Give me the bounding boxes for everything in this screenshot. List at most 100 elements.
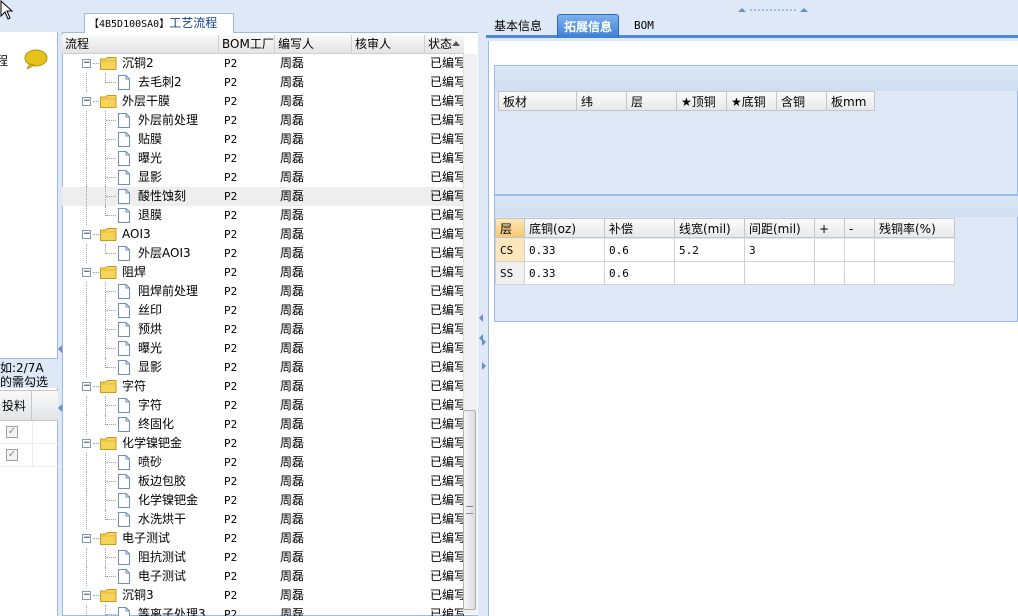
- speech-bubble-icon[interactable]: [24, 49, 48, 69]
- copper-cell-residual-rate[interactable]: [875, 239, 955, 262]
- tree-step-row[interactable]: 化学镍钯金 P2 周磊 已编写: [62, 491, 464, 510]
- collapse-toggle-icon[interactable]: −: [82, 230, 91, 239]
- copper-cell-spacing[interactable]: [745, 262, 815, 285]
- feed-column-header[interactable]: 投料: [0, 391, 32, 421]
- left-side-panel: [0, 32, 58, 616]
- collapse-left-icon[interactable]: [58, 404, 62, 412]
- copper-cell-line-width[interactable]: [675, 262, 745, 285]
- copper-grid-header-residual-rate[interactable]: 残铜率(%): [875, 218, 955, 238]
- column-header-reviewer[interactable]: 核审人: [352, 35, 425, 54]
- tree-step-row[interactable]: 预烘 P2 周磊 已编写: [62, 320, 464, 339]
- folder-icon: [100, 532, 117, 545]
- tree-step-row[interactable]: 喷砂 P2 周磊 已编写: [62, 453, 464, 472]
- tree-step-row[interactable]: 丝印 P2 周磊 已编写: [62, 301, 464, 320]
- tree-step-row[interactable]: 显影 P2 周磊 已编写: [62, 168, 464, 187]
- column-header-flow[interactable]: 流程: [62, 35, 219, 54]
- copper-cell-plus[interactable]: [815, 262, 845, 285]
- copper-cell-compensation[interactable]: 0.6: [605, 262, 675, 285]
- copper-grid-header-line-width[interactable]: 线宽(mil): [675, 218, 745, 238]
- writer-cell: 周磊: [280, 284, 305, 298]
- writer-cell: 周磊: [280, 56, 305, 70]
- tree-group-row[interactable]: − 外层干膜 P2 周磊 已编写: [62, 92, 464, 111]
- tree-step-row[interactable]: 电子测试 P2 周磊 已编写: [62, 567, 464, 586]
- writer-cell: 周磊: [280, 94, 305, 108]
- expand-right-icon[interactable]: [482, 362, 486, 370]
- copper-grid-header-base-copper[interactable]: 底铜(oz): [525, 218, 605, 238]
- copper-grid-header-spacing[interactable]: 间距(mil): [745, 218, 815, 238]
- copper-grid-header-layer[interactable]: 层: [495, 218, 525, 238]
- bom-factory-cell: P2: [224, 589, 238, 602]
- tree-node-label: 曝光: [138, 151, 163, 165]
- folder-icon: [100, 266, 117, 279]
- collapse-toggle-icon[interactable]: −: [82, 439, 91, 448]
- feed-checkbox[interactable]: ✓: [6, 426, 18, 438]
- tree-group-row[interactable]: − AOI3 P2 周磊 已编写: [62, 225, 464, 244]
- column-header-bom[interactable]: BOM工厂: [219, 35, 275, 54]
- tree-step-row[interactable]: 阻焊前处理 P2 周磊 已编写: [62, 282, 464, 301]
- copper-cell-layer[interactable]: CS: [495, 239, 525, 262]
- column-header-writer[interactable]: 编写人: [275, 35, 352, 54]
- collapse-toggle-icon[interactable]: −: [82, 97, 91, 106]
- board-grid-header-layer[interactable]: 层: [627, 91, 677, 111]
- copper-cell-base-copper[interactable]: 0.33: [525, 239, 605, 262]
- collapse-toggle-icon[interactable]: −: [82, 59, 91, 68]
- copper-cell-plus[interactable]: [815, 239, 845, 262]
- copper-cell-compensation[interactable]: 0.6: [605, 239, 675, 262]
- collapse-left-icon[interactable]: [58, 345, 62, 353]
- board-grid-header-weft[interactable]: 纬: [577, 91, 627, 111]
- copper-cell-line-width[interactable]: 5.2: [675, 239, 745, 262]
- copper-grid-header-plus[interactable]: +: [815, 218, 845, 238]
- tree-step-row[interactable]: 阻抗测试 P2 周磊 已编写: [62, 548, 464, 567]
- board-grid-header-top-copper[interactable]: ★顶铜: [677, 91, 727, 111]
- expand-right-icon[interactable]: [482, 338, 486, 346]
- tab-bom[interactable]: BOM: [628, 14, 660, 38]
- copper-grid-header-minus[interactable]: -: [845, 218, 875, 238]
- tree-group-row[interactable]: − 沉铜2 P2 周磊 已编写: [62, 54, 464, 73]
- collapse-toggle-icon[interactable]: −: [82, 382, 91, 391]
- copper-cell-base-copper[interactable]: 0.33: [525, 262, 605, 285]
- board-grid-header-bottom-copper[interactable]: ★底铜: [727, 91, 777, 111]
- copper-cell-minus[interactable]: [845, 262, 875, 285]
- tree-step-row[interactable]: 板边包胶 P2 周磊 已编写: [62, 472, 464, 491]
- tree-node-label: 退膜: [138, 208, 163, 222]
- copper-cell-layer[interactable]: SS: [495, 262, 525, 285]
- collapse-toggle-icon[interactable]: −: [82, 591, 91, 600]
- collapse-toggle-icon[interactable]: −: [82, 268, 91, 277]
- tree-step-row[interactable]: 曝光 P2 周磊 已编写: [62, 339, 464, 358]
- board-grid-header-board-mm[interactable]: 板mm: [827, 91, 875, 111]
- tab-basic-info[interactable]: 基本信息: [488, 14, 548, 38]
- tree-step-row[interactable]: 显影 P2 周磊 已编写: [62, 358, 464, 377]
- top-collapse-handle-icon[interactable]: [736, 7, 816, 13]
- tree-group-row[interactable]: − 字符 P2 周磊 已编写: [62, 377, 464, 396]
- tree-group-row[interactable]: − 阻焊 P2 周磊 已编写: [62, 263, 464, 282]
- panel-splitter[interactable]: [478, 14, 486, 616]
- tree-step-row[interactable]: 贴膜 P2 周磊 已编写: [62, 130, 464, 149]
- writer-cell: 周磊: [280, 607, 305, 616]
- tree-step-row[interactable]: 酸性蚀刻 P2 周磊 已编写: [62, 187, 464, 206]
- board-grid-header-copper-content[interactable]: 含铜: [777, 91, 827, 111]
- collapse-toggle-icon[interactable]: −: [82, 534, 91, 543]
- tree-step-row[interactable]: 水洗烘干 P2 周磊 已编写: [62, 510, 464, 529]
- board-grid-header-material[interactable]: 板材: [498, 91, 577, 111]
- tree-step-row[interactable]: 曝光 P2 周磊 已编写: [62, 149, 464, 168]
- tree-step-row[interactable]: 外层前处理 P2 周磊 已编写: [62, 111, 464, 130]
- tab-extended-info[interactable]: 拓展信息: [557, 14, 620, 38]
- copper-grid-header-compensation[interactable]: 补偿: [605, 218, 675, 238]
- tree-step-row[interactable]: 去毛刺2 P2 周磊 已编写: [62, 73, 464, 92]
- feed-checkbox[interactable]: ✓: [6, 449, 18, 461]
- process-flow-tab-label: 工艺流程: [169, 16, 218, 30]
- copper-cell-minus[interactable]: [845, 239, 875, 262]
- tree-group-row[interactable]: − 电子测试 P2 周磊 已编写: [62, 529, 464, 548]
- tree-group-row[interactable]: − 沉铜3 P2 周磊 已编写: [62, 586, 464, 605]
- tree-step-row[interactable]: 外层AOI3 P2 周磊 已编写: [62, 244, 464, 263]
- process-flow-tab[interactable]: 【4B5D100SA0】工艺流程: [84, 13, 234, 33]
- tree-step-row[interactable]: 字符 P2 周磊 已编写: [62, 396, 464, 415]
- tree-step-row[interactable]: 等离子处理3 P2 周磊 已编写: [62, 605, 464, 616]
- tree-step-row[interactable]: 退膜 P2 周磊 已编写: [62, 206, 464, 225]
- collapse-left-icon[interactable]: [479, 314, 483, 322]
- copper-cell-residual-rate[interactable]: [875, 262, 955, 285]
- tree-group-row[interactable]: − 化学镍钯金 P2 周磊 已编写: [62, 434, 464, 453]
- tree-step-row[interactable]: 终固化 P2 周磊 已编写: [62, 415, 464, 434]
- copper-cell-spacing[interactable]: 3: [745, 239, 815, 262]
- document-icon: [118, 189, 130, 204]
